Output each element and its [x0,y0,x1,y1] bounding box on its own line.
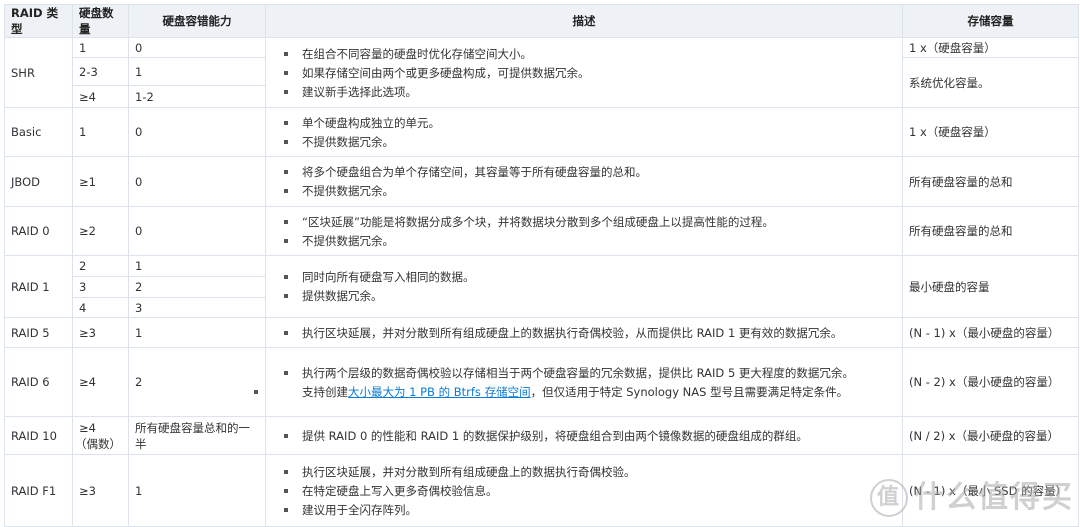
description: 提供 RAID 0 的性能和 RAID 1 的数据保护级别，将硬盘组合到由两个镜… [265,416,903,455]
table-row: RAID 0 ≥2 0 “区块延展”功能是将数据分成多个块，并将数据块分散到多个… [4,206,1079,256]
fault-tolerance: 2 [128,276,266,298]
raid-type: SHR [4,37,73,108]
list-item: 执行区块延展，并对分散到所有组成硬盘上的数据执行奇偶校验，从而提供比 RAID … [284,325,896,341]
text: ，但仅适用于特定 Synology NAS 型号且需要满足特定条件。 [530,384,849,399]
raid-type: RAID 1 [4,255,73,318]
capacity: 系统优化容量。 [902,57,1079,108]
fault-tolerance: 0 [128,156,266,207]
fault-tolerance: 0 [128,37,266,58]
btrfs-volume-link[interactable]: 大小最大为 1 PB 的 Btrfs 存储空间 [348,385,531,399]
fault-tolerance: 1-2 [128,85,266,108]
table-row: RAID 5 ≥3 1 执行区块延展，并对分散到所有组成硬盘上的数据执行奇偶校验… [4,317,1079,348]
disk-count-value: ≥4 [79,420,96,435]
disk-count-note: （偶数） [75,436,121,451]
list-item: 不提供数据冗余。 [284,183,896,199]
table-row: RAID 6 ≥4 2 执行两个层级的数据奇偶校验以存储相当于两个硬盘容量的冗余… [4,347,1079,417]
description: 同时向所有硬盘写入相同的数据。 提供数据冗余。 [265,255,903,318]
raid-type: RAID 6 [4,347,73,417]
list-item: 支持创建大小最大为 1 PB 的 Btrfs 存储空间，但仅适用于特定 Syno… [254,384,896,400]
disk-count: ≥2 [72,206,129,256]
fault-tolerance: 0 [128,206,266,256]
fault-tolerance: 3 [128,297,266,318]
capacity: (N / 2) x（最小硬盘的容量） [902,416,1079,455]
capacity: 所有硬盘容量的总和 [902,206,1079,256]
watermark-text: 什么值得买 [914,479,1074,515]
description: 执行区块延展，并对分散到所有组成硬盘上的数据执行奇偶校验，从而提供比 RAID … [265,317,903,348]
header-row: RAID 类型 硬盘数量 硬盘容错能力 描述 存储容量 [4,4,1079,38]
disk-count: 3 [72,276,129,298]
fault-tolerance: 1 [128,454,266,527]
table-row: JBOD ≥1 0 将多个硬盘组合为单个存储空间，其容量等于所有硬盘容量的总和。… [4,156,1079,207]
raid-type: JBOD [4,156,73,207]
disk-count: ≥3 [72,317,129,348]
header-raid-type: RAID 类型 [4,4,73,38]
description: 将多个硬盘组合为单个存储空间，其容量等于所有硬盘容量的总和。 不提供数据冗余。 [265,156,903,207]
description: 在组合不同容量的硬盘时优化存储空间大小。 如果存储空间由两个或更多硬盘构成，可提… [265,37,903,108]
list-item: 在特定硬盘上写入更多奇偶校验信息。 [284,483,896,499]
header-disk-count: 硬盘数量 [72,4,129,38]
description: 单个硬盘构成独立的单元。 不提供数据冗余。 [265,107,903,157]
list-item: 提供 RAID 0 的性能和 RAID 1 的数据保护级别，将硬盘组合到由两个镜… [284,428,896,444]
list-item: 将多个硬盘组合为单个存储空间，其容量等于所有硬盘容量的总和。 [284,164,896,180]
raid-type: Basic [4,107,73,157]
raid-type: RAID 5 [4,317,73,348]
list-item: 单个硬盘构成独立的单元。 [284,115,896,131]
disk-count: 1 [72,107,129,157]
header-capacity: 存储容量 [902,4,1079,38]
capacity: 最小硬盘的容量 [902,255,1079,318]
disk-count: 2-3 [72,57,129,86]
fault-tolerance: 所有硬盘容量总和的一半 [128,416,266,455]
table-row: SHR 1 0 在组合不同容量的硬盘时优化存储空间大小。 如果存储空间由两个或更… [4,37,1079,108]
fault-tolerance: 1 [128,255,266,277]
disk-count: ≥1 [72,156,129,207]
list-item: 如果存储空间由两个或更多硬盘构成，可提供数据冗余。 [284,65,896,81]
disk-count: ≥3 [72,454,129,527]
capacity: 所有硬盘容量的总和 [902,156,1079,207]
raid-comparison-table: RAID 类型 硬盘数量 硬盘容错能力 描述 存储容量 SHR 1 0 在组合不… [4,4,1079,527]
fault-tolerance: 1 [128,57,266,86]
list-item: 执行两个层级的数据奇偶校验以存储相当于两个硬盘容量的冗余数据，提供比 RAID … [284,365,896,381]
list-item: “区块延展”功能是将数据分成多个块，并将数据块分散到多个组成硬盘上以提高性能的过… [284,214,896,230]
raid-type: RAID 10 [4,416,73,455]
capacity: (N - 2) x（最小硬盘的容量） [902,347,1079,417]
text: 支持创建 [302,384,348,399]
disk-count: 1 [72,37,129,58]
list-item: 执行区块延展，并对分散到所有组成硬盘上的数据执行奇偶校验。 [284,464,896,480]
watermark-icon: 值 [870,479,908,517]
header-description: 描述 [265,4,903,38]
list-item: 建议新手选择此选项。 [284,84,896,100]
header-fault-tolerance: 硬盘容错能力 [128,4,266,38]
capacity: (N - 1) x（最小硬盘的容量） [902,317,1079,348]
raid-type: RAID F1 [4,454,73,527]
list-item: 提供数据冗余。 [284,288,896,304]
fault-tolerance: 2 [128,347,266,417]
list-item: 同时向所有硬盘写入相同的数据。 [284,269,896,285]
table-row: RAID 10 ≥4 （偶数） 所有硬盘容量总和的一半 提供 RAID 0 的性能… [4,416,1079,455]
disk-count: 4 [72,297,129,318]
description: 执行区块延展，并对分散到所有组成硬盘上的数据执行奇偶校验。 在特定硬盘上写入更多… [265,454,903,527]
list-item: 建议用于全闪存阵列。 [284,502,896,518]
disk-count: ≥4 [72,347,129,417]
disk-count: 2 [72,255,129,277]
disk-count: ≥4 （偶数） [72,416,129,455]
list-item: 不提供数据冗余。 [284,134,896,150]
watermark-logo: 值什么值得买 [870,472,1074,517]
disk-count: ≥4 [72,85,129,108]
description: “区块延展”功能是将数据分成多个块，并将数据块分散到多个组成硬盘上以提高性能的过… [265,206,903,256]
capacity: 1 x（硬盘容量） [902,107,1079,157]
fault-tolerance: 1 [128,317,266,348]
table-row: RAID 1 2 1 同时向所有硬盘写入相同的数据。 提供数据冗余。 最小硬盘的… [4,255,1079,318]
raid-type: RAID 0 [4,206,73,256]
capacity: 1 x（硬盘容量） [902,37,1079,58]
table-row: Basic 1 0 单个硬盘构成独立的单元。 不提供数据冗余。 1 x（硬盘容量… [4,107,1079,157]
description: 执行两个层级的数据奇偶校验以存储相当于两个硬盘容量的冗余数据，提供比 RAID … [254,347,903,417]
list-item: 不提供数据冗余。 [284,233,896,249]
list-item: 在组合不同容量的硬盘时优化存储空间大小。 [284,46,896,62]
fault-tolerance: 0 [128,107,266,157]
